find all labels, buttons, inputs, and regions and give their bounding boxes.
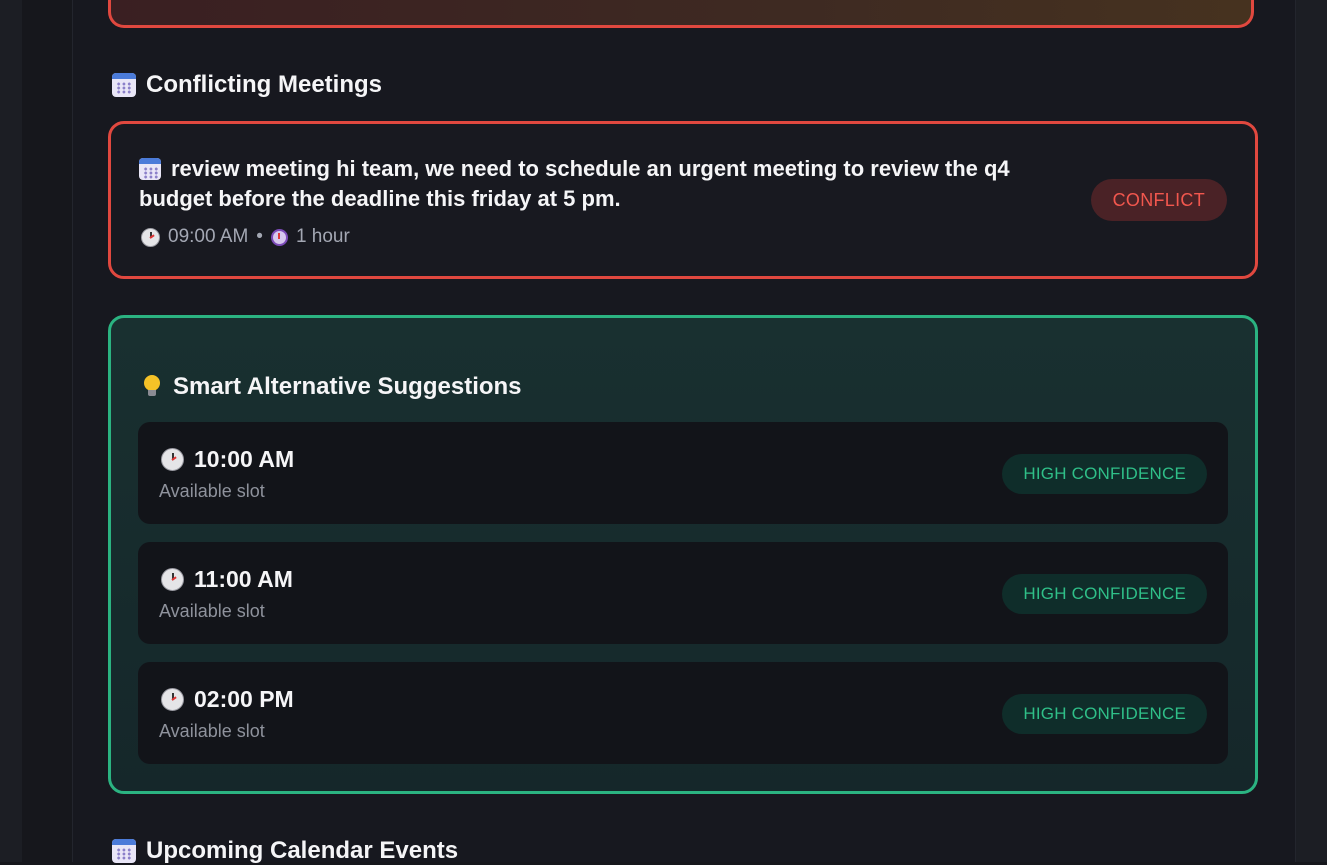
conflict-badge: CONFLICT xyxy=(1090,179,1227,221)
left-gutter xyxy=(0,0,22,862)
slot-time-row: 10:00 AM xyxy=(161,446,294,473)
suggestion-slot[interactable]: 11:00 AM Available slot HIGH CONFIDENCE xyxy=(138,542,1228,644)
slot-status: Available slot xyxy=(159,601,265,621)
conflict-meeting-duration: 1 hour xyxy=(295,226,350,247)
right-scroll-gutter xyxy=(1295,0,1327,862)
confidence-badge: HIGH CONFIDENCE xyxy=(1002,694,1207,734)
conflict-meeting-title-row: review meeting hi team, we need to sched… xyxy=(139,154,1069,214)
calendar-icon xyxy=(112,839,136,863)
conflict-meeting-card[interactable]: review meeting hi team, we need to sched… xyxy=(108,121,1258,279)
upcoming-events-heading: Upcoming Calendar Events xyxy=(112,837,458,865)
conflict-meeting-meta: 09:00 AM • 1 hour xyxy=(141,226,350,248)
conflict-meeting-time: 09:00 AM xyxy=(168,226,249,247)
clock-icon xyxy=(141,227,160,247)
slot-status: Available slot xyxy=(159,481,265,501)
slot-time: 02:00 PM xyxy=(194,686,294,712)
calendar-icon xyxy=(112,73,136,97)
calendar-icon xyxy=(139,158,161,180)
suggestions-title: Smart Alternative Suggestions xyxy=(173,373,522,400)
clock-icon xyxy=(161,688,184,711)
conflict-meeting-title: review meeting hi team, we need to sched… xyxy=(139,156,1010,211)
slot-status: Available slot xyxy=(159,721,265,741)
lightbulb-icon xyxy=(143,375,161,399)
suggestion-slot[interactable]: 10:00 AM Available slot HIGH CONFIDENCE xyxy=(138,422,1228,524)
alarm-clock-icon xyxy=(270,228,288,246)
clock-icon xyxy=(161,448,184,471)
confidence-badge: HIGH CONFIDENCE xyxy=(1002,574,1207,614)
meta-separator: • xyxy=(256,226,263,247)
slot-time: 10:00 AM xyxy=(194,446,295,472)
suggestion-slot[interactable]: 02:00 PM Available slot HIGH CONFIDENCE xyxy=(138,662,1228,764)
alert-banner xyxy=(108,0,1254,28)
upcoming-events-title: Upcoming Calendar Events xyxy=(146,837,459,864)
slot-time: 11:00 AM xyxy=(194,566,293,592)
alternative-suggestions-card: Smart Alternative Suggestions 10:00 AM A… xyxy=(108,315,1258,794)
clock-icon xyxy=(161,568,184,591)
conflicting-meetings-heading: Conflicting Meetings xyxy=(112,71,382,99)
suggestions-heading: Smart Alternative Suggestions xyxy=(143,373,522,401)
conflicting-meetings-title: Conflicting Meetings xyxy=(146,71,382,98)
slot-time-row: 02:00 PM xyxy=(161,686,294,713)
confidence-badge: HIGH CONFIDENCE xyxy=(1002,454,1207,494)
slot-time-row: 11:00 AM xyxy=(161,566,293,593)
